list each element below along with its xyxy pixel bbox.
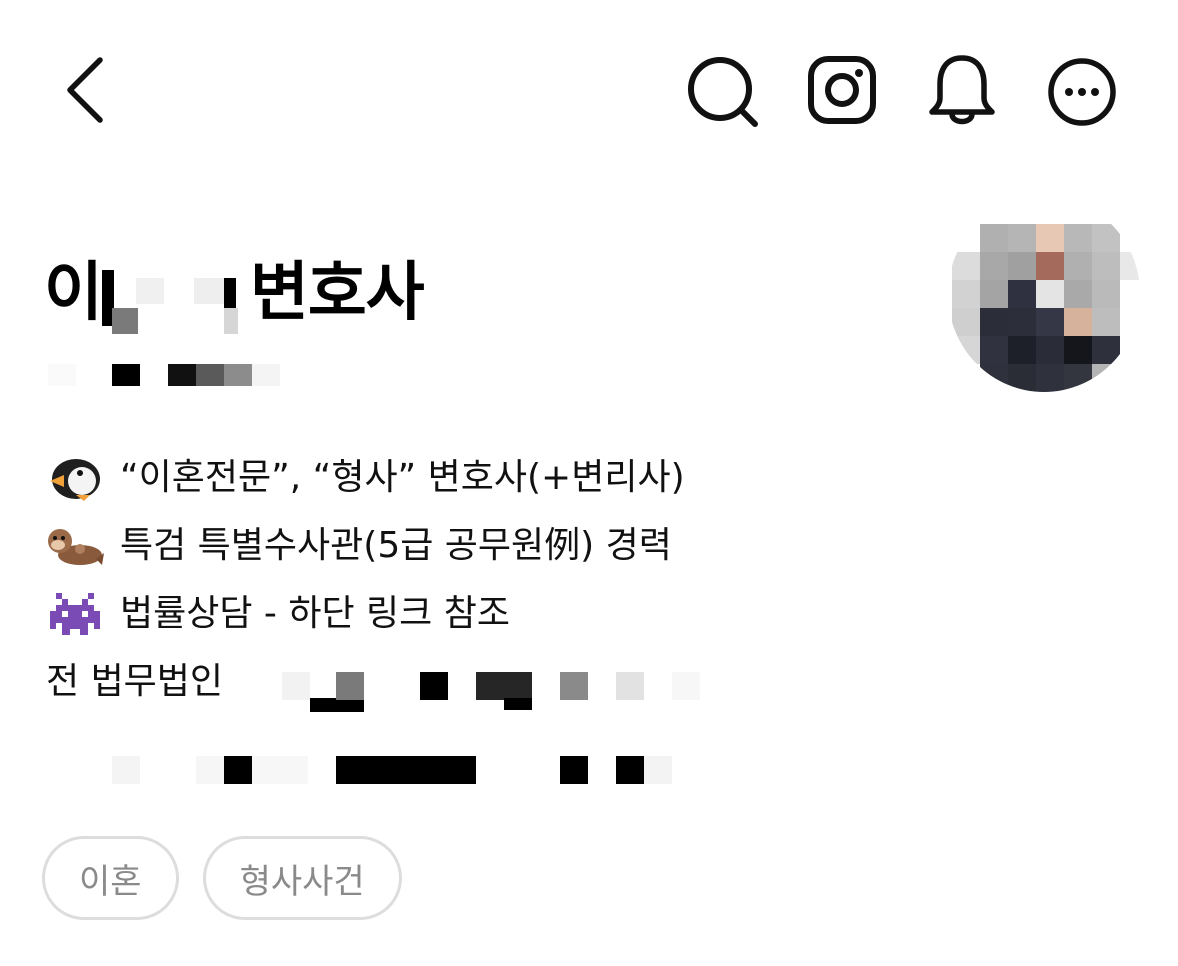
more-icon[interactable]	[1044, 54, 1120, 130]
bio-line-text: 전 법무법인	[46, 661, 224, 702]
instagram-icon[interactable]	[806, 54, 880, 128]
profile-name-prefix: 이	[44, 256, 103, 330]
avatar[interactable]	[948, 196, 1140, 392]
profile-name: 이 변호사	[44, 248, 644, 338]
search-icon[interactable]	[684, 54, 764, 134]
tag-chip[interactable]: 이혼	[42, 836, 179, 920]
back-icon[interactable]	[58, 52, 114, 128]
bio-line: 법률상담 - 하단 링크 참조	[46, 580, 946, 648]
otter-icon	[46, 523, 104, 569]
bio-line-text: 법률상담 - 하단 링크 참조	[120, 593, 510, 634]
bio-line: 특검 특별수사관(5급 공무원例) 경력	[46, 512, 946, 580]
alien-monster-icon	[46, 591, 104, 637]
penguin-icon	[46, 455, 104, 501]
bio-line: “이혼전문”, “형사” 변호사(+변리사)	[46, 444, 946, 512]
profile-name-suffix: 변호사	[250, 256, 425, 330]
top-bar	[0, 0, 1178, 180]
bio-line-text: 특검 특별수사관(5급 공무원例) 경력	[120, 525, 672, 566]
tag-list: 이혼 형사사건	[42, 836, 402, 920]
tag-chip[interactable]: 형사사건	[202, 836, 402, 920]
bell-icon[interactable]	[924, 50, 1000, 132]
bio-line-text: “이혼전문”, “형사” 변호사(+변리사)	[120, 457, 685, 498]
